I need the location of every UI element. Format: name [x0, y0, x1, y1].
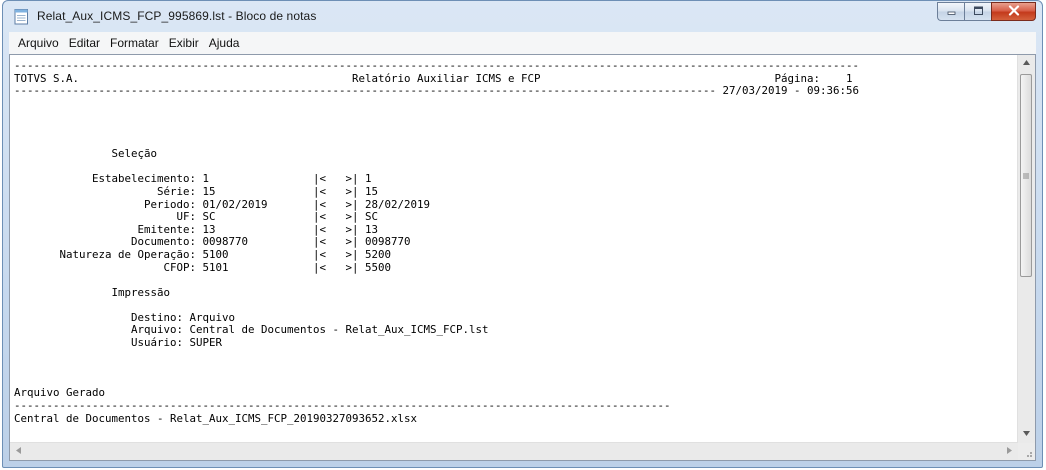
section-impressao: Impressão [14, 285, 171, 299]
selection-cfop: CFOP: 5101 |< >| 5500 [14, 260, 392, 274]
maximize-button[interactable] [964, 2, 991, 21]
text-line [14, 110, 1018, 123]
title-bar[interactable]: Relat_Aux_ICMS_FCP_995869.lst - Bloco de… [3, 1, 1042, 31]
arrow-left-icon [16, 447, 21, 456]
text-line: ----------------------------------------… [14, 59, 860, 72]
selection-serie: Série: 15 |< >| 15 [14, 184, 379, 198]
generated-file-line: Central de Documentos - Relat_Aux_ICMS_F… [14, 411, 418, 425]
text-line [14, 299, 1018, 312]
caption-buttons [937, 2, 1036, 21]
resize-grip-icon[interactable] [1018, 443, 1035, 460]
notepad-window: Relat_Aux_ICMS_FCP_995869.lst - Bloco de… [2, 0, 1043, 468]
window-title: Relat_Aux_ICMS_FCP_995869.lst - Bloco de… [37, 9, 317, 23]
vertical-scroll-thumb[interactable] [1020, 74, 1032, 277]
arrow-right-icon [1007, 447, 1012, 456]
text-line: ----------------------------------------… [14, 399, 671, 413]
section-selecao: Seleção [14, 147, 158, 161]
minimize-button[interactable] [937, 2, 964, 21]
notepad-icon[interactable] [14, 8, 29, 25]
menu-bar: Arquivo Editar Formatar Exibir Ajuda [9, 32, 1036, 55]
horizontal-scrollbar[interactable] [10, 442, 1018, 460]
text-line [14, 375, 1018, 388]
text-line [14, 136, 1018, 149]
scroll-down-button[interactable] [1018, 426, 1035, 443]
menu-arquivo[interactable]: Arquivo [13, 33, 64, 53]
vertical-scrollbar[interactable] [1017, 55, 1035, 443]
report-date-line: ----------------------------------------… [14, 84, 860, 98]
text-line [14, 350, 1018, 363]
close-button[interactable] [991, 2, 1036, 21]
print-usuario: Usuário: SUPER [14, 336, 223, 350]
scroll-up-button[interactable] [1018, 55, 1035, 72]
text-line [14, 123, 1018, 136]
document-text[interactable]: ----------------------------------------… [10, 55, 1018, 443]
menu-formatar[interactable]: Formatar [105, 33, 164, 53]
close-icon [1008, 3, 1020, 21]
arrow-up-icon [1023, 60, 1030, 67]
minimize-icon [946, 3, 957, 21]
menu-ajuda[interactable]: Ajuda [204, 33, 245, 53]
scroll-right-button[interactable] [1001, 443, 1018, 460]
text-line [14, 274, 1018, 287]
selection-natureza: Natureza de Operação: 5100 |< >| 5200 [14, 247, 392, 261]
selection-uf: UF: SC |< >| SC [14, 210, 379, 224]
scroll-left-button[interactable] [10, 443, 27, 460]
arrow-down-icon [1023, 431, 1030, 438]
text-line [14, 98, 1018, 111]
maximize-icon [973, 3, 984, 21]
menu-exibir[interactable]: Exibir [164, 33, 204, 53]
text-editor[interactable]: ----------------------------------------… [9, 54, 1036, 461]
text-line [14, 362, 1018, 375]
menu-editar[interactable]: Editar [64, 33, 105, 53]
